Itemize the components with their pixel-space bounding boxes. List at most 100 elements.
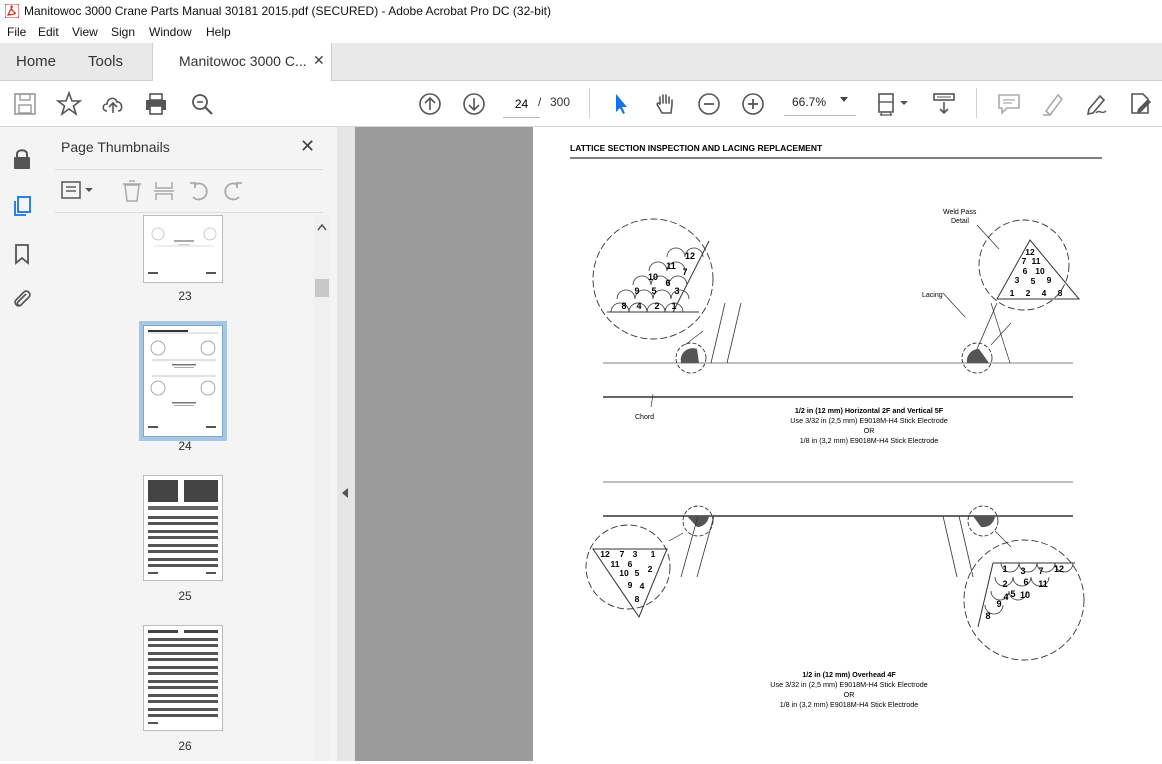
svg-text:4: 4 — [1042, 288, 1047, 298]
svg-text:1/2 in (12 mm) Horizontal 2F a: 1/2 in (12 mm) Horizontal 2F and Vertica… — [795, 406, 944, 415]
document-page: LATTICE SECTION INSPECTION AND LACING RE… — [533, 127, 1162, 761]
svg-text:9: 9 — [628, 580, 633, 590]
weld-pass-label: Weld Pass — [943, 209, 977, 216]
rotate-counterclockwise-icon[interactable] — [187, 179, 211, 203]
next-page-icon[interactable] — [461, 91, 487, 117]
panel-splitter[interactable] — [337, 127, 355, 761]
svg-text:8: 8 — [635, 594, 640, 604]
svg-text:11: 11 — [1038, 579, 1048, 589]
zoom-out-icon[interactable] — [696, 91, 722, 117]
svg-text:4: 4 — [640, 581, 645, 591]
panel-close-icon[interactable]: ✕ — [300, 136, 315, 157]
page-thumbnails-icon[interactable] — [10, 194, 34, 218]
svg-text:1/2 in (12 mm) Overhead 4F: 1/2 in (12 mm) Overhead 4F — [802, 670, 896, 679]
bookmark-star-icon[interactable] — [55, 90, 83, 117]
tab-document[interactable]: Manitowoc 3000 C... ✕ — [152, 43, 332, 81]
lacing-label: Lacing — [922, 292, 943, 299]
menu-file[interactable]: File — [7, 25, 26, 39]
svg-text:3: 3 — [1020, 566, 1025, 576]
svg-text:1/8 in (3,2 mm) E9018M-H4 Stic: 1/8 in (3,2 mm) E9018M-H4 Stick Electrod… — [780, 700, 919, 709]
svg-text:11: 11 — [1032, 256, 1041, 266]
menu-sign[interactable]: Sign — [111, 25, 135, 39]
menu-window[interactable]: Window — [149, 25, 192, 39]
sign-pen-icon[interactable] — [1084, 91, 1110, 117]
print-icon[interactable] — [143, 91, 169, 117]
svg-text:8: 8 — [985, 611, 990, 621]
weld-pass-label-detail: Detail — [951, 218, 969, 225]
upload-cloud-icon[interactable] — [100, 91, 126, 117]
thumbnail-scrollbar[interactable] — [314, 215, 330, 761]
comment-icon[interactable] — [996, 91, 1022, 117]
edit-pdf-icon[interactable] — [1128, 91, 1154, 117]
svg-text:1: 1 — [1002, 564, 1007, 574]
page-thumbnail-24[interactable] — [143, 325, 223, 437]
svg-text:1/8 in (3,2 mm) E9018M-H4 Stic: 1/8 in (3,2 mm) E9018M-H4 Stick Electrod… — [800, 436, 939, 445]
toolbar-divider — [976, 88, 977, 118]
page-thumbnails-panel: Page Thumbnails ✕ 23 24 25 26 — [45, 127, 338, 761]
svg-text:8: 8 — [1058, 288, 1063, 298]
attachment-icon[interactable] — [10, 287, 34, 311]
svg-text:5: 5 — [635, 568, 640, 578]
extract-pages-icon[interactable] — [153, 179, 175, 203]
delete-page-icon[interactable] — [121, 179, 143, 203]
bookmark-icon[interactable] — [10, 242, 34, 266]
thumbnail-preview — [148, 630, 218, 724]
svg-text:1: 1 — [651, 549, 656, 559]
scroll-mode-icon[interactable] — [931, 91, 957, 117]
svg-text:10: 10 — [648, 272, 658, 282]
tab-bar: Home Tools Manitowoc 3000 C... ✕ — [0, 43, 1162, 81]
lock-icon[interactable] — [10, 147, 34, 171]
rotate-clockwise-icon[interactable] — [221, 179, 245, 203]
panel-title: Page Thumbnails — [61, 139, 170, 155]
svg-text:9: 9 — [1047, 275, 1052, 285]
thumbnail-list: 23 24 25 26 — [55, 215, 315, 761]
scroll-up-arrow-icon[interactable] — [317, 223, 327, 231]
menu-help[interactable]: Help — [206, 25, 231, 39]
tab-home[interactable]: Home — [16, 53, 56, 70]
thumbnail-options-icon[interactable] — [61, 180, 95, 202]
zoom-search-icon[interactable] — [189, 91, 215, 117]
svg-text:6: 6 — [1023, 266, 1028, 276]
chevron-down-icon — [840, 97, 848, 102]
page-heading: LATTICE SECTION INSPECTION AND LACING RE… — [570, 143, 823, 153]
menu-edit[interactable]: Edit — [38, 25, 59, 39]
svg-text:3: 3 — [674, 286, 679, 296]
svg-text:8: 8 — [621, 301, 626, 311]
scrollbar-thumb[interactable] — [315, 279, 329, 297]
svg-text:4: 4 — [636, 301, 641, 311]
svg-text:10: 10 — [619, 568, 629, 578]
svg-text:7: 7 — [682, 267, 687, 277]
title-bar: Manitowoc 3000 Crane Parts Manual 30181 … — [0, 0, 1162, 22]
highlight-pen-icon[interactable] — [1040, 91, 1066, 117]
previous-page-icon[interactable] — [417, 91, 443, 117]
tab-tools[interactable]: Tools — [88, 53, 123, 70]
page-thumbnail-26[interactable] — [143, 625, 223, 731]
svg-text:7: 7 — [1038, 566, 1043, 576]
menu-view[interactable]: View — [72, 25, 98, 39]
thumbnail-page-number: 23 — [178, 289, 192, 303]
panel-toolbar — [55, 169, 323, 213]
select-cursor-icon[interactable] — [608, 91, 634, 117]
page-thumbnail-23[interactable] — [143, 215, 223, 283]
svg-text:Use 3/32 in (2,5 mm) E9018M-H4: Use 3/32 in (2,5 mm) E9018M-H4 Stick Ele… — [770, 680, 927, 689]
collapse-panel-icon[interactable] — [342, 488, 348, 498]
svg-text:4: 4 — [1003, 592, 1008, 602]
page-thumbnail-25[interactable] — [143, 475, 223, 581]
page-separator: / — [538, 95, 542, 109]
thumbnail-preview — [148, 480, 218, 574]
svg-text:12: 12 — [685, 251, 695, 261]
thumbnail-preview — [148, 330, 218, 428]
hand-tool-icon[interactable] — [653, 91, 679, 117]
tab-close-icon[interactable]: ✕ — [313, 52, 325, 69]
document-view[interactable]: LATTICE SECTION INSPECTION AND LACING RE… — [355, 127, 1162, 761]
zoom-in-icon[interactable] — [740, 91, 766, 117]
svg-text:5: 5 — [1031, 276, 1036, 286]
zoom-level-dropdown[interactable]: 66.7% — [784, 91, 856, 116]
save-icon[interactable] — [12, 91, 38, 117]
page-fit-icon[interactable] — [876, 91, 912, 117]
svg-text:2: 2 — [654, 301, 659, 311]
svg-text:11: 11 — [666, 261, 676, 271]
svg-text:3: 3 — [1015, 275, 1020, 285]
svg-text:3: 3 — [633, 549, 638, 559]
page-number-input[interactable] — [503, 91, 540, 118]
